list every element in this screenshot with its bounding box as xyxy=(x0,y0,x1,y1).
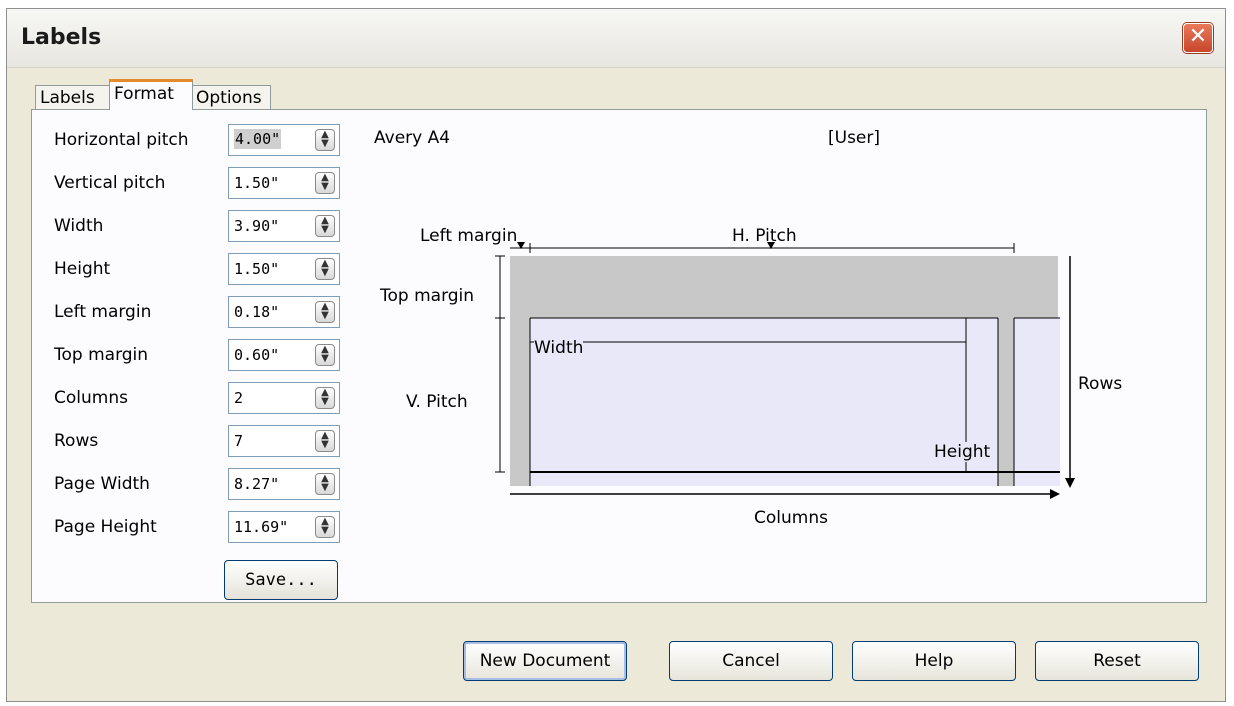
page-height-field[interactable]: 11.69" ▲ ▼ xyxy=(228,511,340,543)
vertical-pitch-label: Vertical pitch xyxy=(54,173,166,193)
spin-arrows-icon[interactable]: ▲ ▼ xyxy=(315,516,335,538)
type-label: [User] xyxy=(828,128,881,148)
label-2 xyxy=(1014,318,1060,486)
spin-arrows-icon[interactable]: ▲ ▼ xyxy=(315,430,335,452)
page-width-field[interactable]: 8.27" ▲ ▼ xyxy=(228,468,340,500)
left-margin-label: Left margin xyxy=(54,302,152,322)
rows-label: Rows xyxy=(54,431,99,451)
reset-button[interactable]: Reset xyxy=(1035,641,1199,681)
height-value: 1.50" xyxy=(234,260,280,278)
spin-arrows-icon[interactable]: ▲ ▼ xyxy=(315,301,335,323)
top-margin-caption: Top margin xyxy=(380,286,475,306)
width-value: 3.90" xyxy=(234,217,280,235)
labels-dialog: Labels ✕ Labels Format Options Horizonta… xyxy=(6,8,1226,702)
save-button[interactable]: Save... xyxy=(224,560,338,600)
spin-arrows-icon[interactable]: ▲ ▼ xyxy=(315,387,335,409)
page-height-label: Page Height xyxy=(54,517,157,537)
columns-field[interactable]: 2 ▲ ▼ xyxy=(228,382,340,414)
new-document-button[interactable]: New Document xyxy=(463,641,627,681)
label-1 xyxy=(530,318,998,486)
height-caption: Height xyxy=(934,442,991,462)
horizontal-pitch-field[interactable]: 4.00" ▲ ▼ xyxy=(228,124,340,156)
page-width-value: 8.27" xyxy=(234,475,280,493)
columns-value: 2 xyxy=(234,389,244,407)
vertical-pitch-field[interactable]: 1.50" ▲ ▼ xyxy=(228,167,340,199)
v-pitch-caption: V. Pitch xyxy=(406,392,468,412)
format-panel: Horizontal pitch 4.00" ▲ ▼ Vertical pitch … xyxy=(31,109,1207,603)
brand-label: Avery A4 xyxy=(374,128,451,148)
spin-arrows-icon[interactable]: ▲ ▼ xyxy=(315,129,335,151)
rows-value: 7 xyxy=(234,432,244,450)
width-field[interactable]: 3.90" ▲ ▼ xyxy=(228,210,340,242)
spin-arrows-icon[interactable]: ▲ ▼ xyxy=(315,344,335,366)
tab-options[interactable]: Options xyxy=(191,85,271,109)
title-bar: Labels ✕ xyxy=(7,9,1225,68)
columns-label: Columns xyxy=(54,388,128,408)
top-margin-label: Top margin xyxy=(54,345,149,365)
height-label: Height xyxy=(54,259,111,279)
window-title: Labels xyxy=(21,25,102,50)
page-width-label: Page Width xyxy=(54,474,150,494)
horizontal-pitch-value: 4.00" xyxy=(234,129,282,149)
vertical-pitch-value: 1.50" xyxy=(234,174,280,192)
page-height-value: 11.69" xyxy=(234,518,289,536)
spin-arrows-icon[interactable]: ▲ ▼ xyxy=(315,473,335,495)
spin-arrows-icon[interactable]: ▲ ▼ xyxy=(315,258,335,280)
width-label: Width xyxy=(54,216,104,236)
top-margin-field[interactable]: 0.60" ▲ ▼ xyxy=(228,339,340,371)
cancel-button[interactable]: Cancel xyxy=(669,641,833,681)
rows-field[interactable]: 7 ▲ ▼ xyxy=(228,425,340,457)
help-button[interactable]: Help xyxy=(852,641,1016,681)
height-field[interactable]: 1.50" ▲ ▼ xyxy=(228,253,340,285)
width-caption: Width xyxy=(534,338,584,358)
horizontal-pitch-label: Horizontal pitch xyxy=(54,130,189,150)
close-icon: ✕ xyxy=(1188,24,1208,49)
columns-caption: Columns xyxy=(754,508,828,528)
h-pitch-caption: H. Pitch xyxy=(732,226,797,246)
left-margin-caption: Left margin xyxy=(420,226,518,246)
left-margin-value: 0.18" xyxy=(234,303,280,321)
close-button[interactable]: ✕ xyxy=(1183,23,1213,53)
spin-arrows-icon[interactable]: ▲ ▼ xyxy=(315,172,335,194)
left-margin-field[interactable]: 0.18" ▲ ▼ xyxy=(228,296,340,328)
top-margin-value: 0.60" xyxy=(234,346,280,364)
spin-arrows-icon[interactable]: ▲ ▼ xyxy=(315,215,335,237)
tab-format[interactable]: Format xyxy=(109,79,193,110)
label-layout-diagram xyxy=(495,242,1075,499)
rows-caption: Rows xyxy=(1078,374,1123,394)
tab-labels[interactable]: Labels xyxy=(35,85,111,109)
